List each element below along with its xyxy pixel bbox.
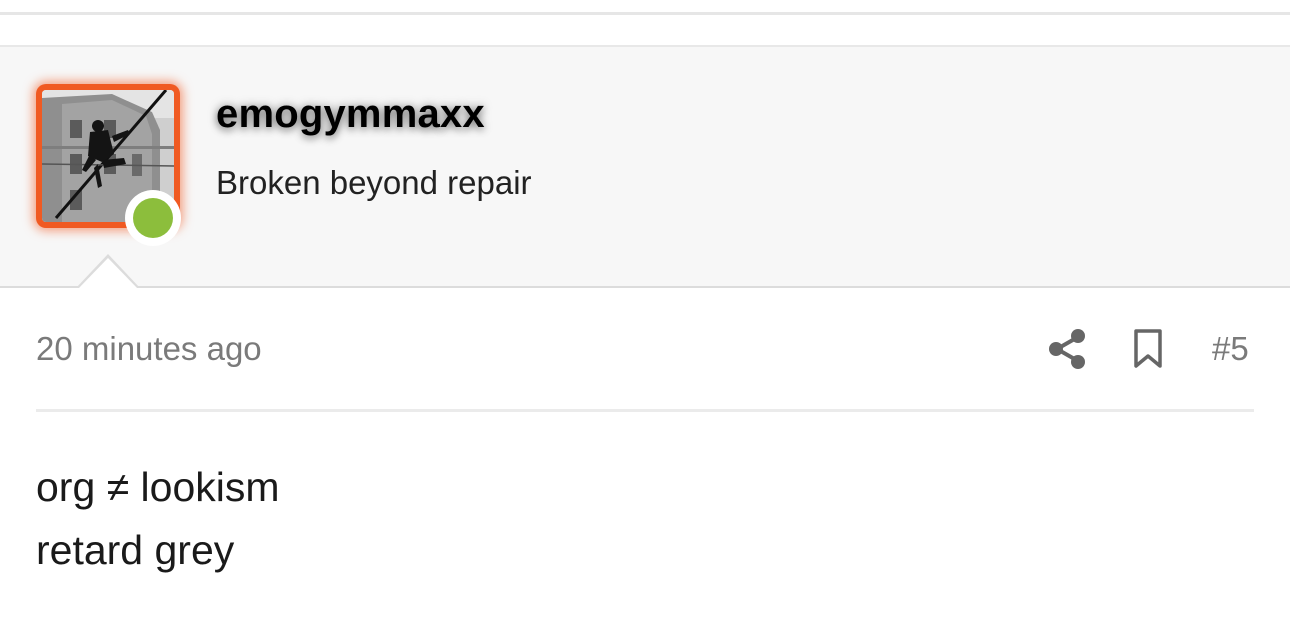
bookmark-icon	[1134, 329, 1162, 368]
post-number-link[interactable]: #5	[1212, 330, 1249, 368]
meta-divider	[36, 409, 1254, 412]
post-timestamp[interactable]: 20 minutes ago	[36, 330, 262, 368]
author-title: Broken beyond repair	[216, 164, 532, 201]
online-status-dot	[133, 198, 173, 238]
online-status-indicator	[125, 190, 181, 246]
share-icon	[1049, 329, 1085, 369]
bookmark-button[interactable]	[1130, 328, 1166, 370]
post-body-line: retard grey	[36, 527, 235, 573]
top-divider	[0, 12, 1290, 15]
header-caret-fill	[78, 258, 138, 289]
post-author-header	[0, 45, 1290, 288]
post-body-line: org ≠ lookism	[36, 464, 280, 510]
post-body: org ≠ lookism retard grey	[36, 456, 280, 582]
share-button[interactable]	[1048, 328, 1088, 370]
author-username[interactable]: emogymmaxx	[216, 92, 485, 137]
